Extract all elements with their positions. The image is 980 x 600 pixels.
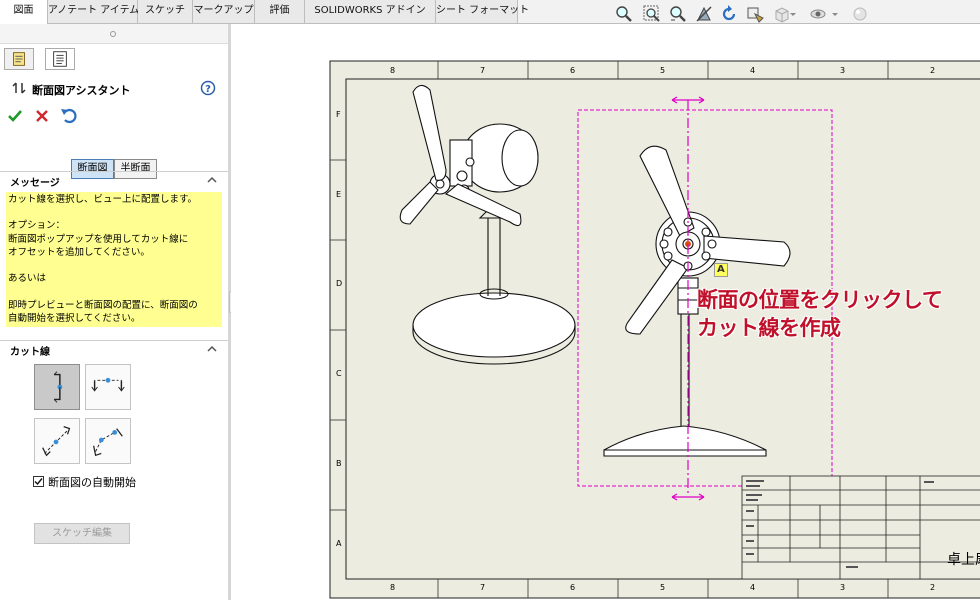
panel-header-bar	[0, 24, 228, 44]
appearance-icon[interactable]	[850, 4, 870, 24]
undo-icon[interactable]	[60, 107, 78, 125]
message-section-header[interactable]: メッセージ	[0, 171, 228, 189]
property-manager-tab-icon[interactable]	[45, 48, 75, 70]
rotate-icon[interactable]	[719, 4, 739, 24]
hide-show-dropdown-icon[interactable]	[830, 4, 840, 24]
tab-evaluate[interactable]: 評価	[255, 0, 305, 23]
cutline-label-tag[interactable]: A	[714, 263, 728, 277]
cutline-label: A	[717, 264, 725, 275]
cutline-section-title: カット線	[10, 347, 50, 358]
tab-sheet-format[interactable]: シート フォーマット	[436, 0, 529, 23]
zoom-to-area-icon[interactable]	[642, 4, 662, 24]
tab-annotate[interactable]: アノテート アイテム	[48, 0, 139, 23]
edit-sketch-button[interactable]: スケッチ編集	[34, 523, 130, 544]
chevron-up-icon[interactable]	[206, 174, 218, 186]
zoom-to-fit-icon[interactable]	[614, 4, 634, 24]
cutline-section-header[interactable]: カット線	[0, 340, 228, 358]
auto-start-checkbox[interactable]	[33, 476, 44, 487]
message-box: カット線を選択し、ビュー上に配置します。 オプション： 断面図ポップアップを使用…	[6, 192, 222, 327]
chevron-up-icon[interactable]	[206, 343, 218, 355]
display-style-dropdown-icon[interactable]	[788, 4, 798, 24]
property-manager-title: 断面図アシスタント	[32, 84, 131, 97]
checkmark-icon	[34, 478, 43, 486]
message-section-title: メッセージ	[10, 178, 60, 189]
ok-checkmark-icon[interactable]	[7, 108, 23, 124]
tab-sketch[interactable]: スケッチ	[138, 0, 193, 23]
solidworks-window: 図面 アノテート アイテム スケッチ マークアップ 評価 SOLIDWORKS …	[0, 0, 980, 600]
title-block-drawing-title: 卓上扇	[947, 552, 980, 568]
instruction-annotation: 断面の位置をクリックして カット線を作成	[697, 286, 943, 342]
svg-text:?: ?	[205, 84, 211, 95]
pan-icon[interactable]	[694, 4, 714, 24]
section-view-icon	[12, 82, 26, 94]
auxiliary-cutline-button[interactable]	[34, 418, 80, 464]
help-icon[interactable]: ?	[200, 80, 216, 96]
feature-manager-tab-icon[interactable]	[4, 48, 34, 70]
aligned-cutline-button[interactable]	[85, 418, 131, 464]
horizontal-cutline-button[interactable]	[85, 364, 131, 410]
auto-start-label: 断面図の自動開始	[48, 476, 136, 489]
tab-addins[interactable]: SOLIDWORKS アドイン	[305, 0, 436, 23]
hide-show-icon[interactable]	[808, 4, 828, 24]
3d-drawing-view-icon[interactable]	[745, 4, 765, 24]
zoom-in-out-icon[interactable]	[668, 4, 688, 24]
instruction-line-1: 断面の位置をクリックして	[697, 288, 943, 312]
tab-drawing[interactable]: 図面	[0, 0, 48, 24]
vertical-cutline-button[interactable]	[34, 364, 80, 410]
panel-pin-icon[interactable]	[110, 31, 116, 37]
tab-markup[interactable]: マークアップ	[193, 0, 255, 23]
cancel-x-icon[interactable]	[34, 108, 50, 124]
instruction-line-2: カット線を作成	[697, 316, 841, 340]
